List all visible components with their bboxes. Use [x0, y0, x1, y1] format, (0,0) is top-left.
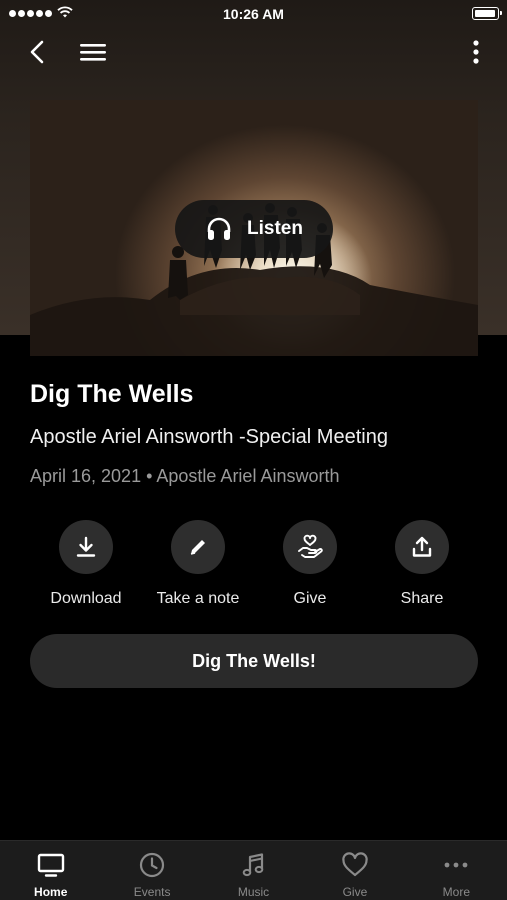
download-label: Download: [50, 590, 122, 607]
share-button[interactable]: [395, 520, 449, 574]
sermon-subtitle: Apostle Ariel Ainsworth -Special Meeting: [30, 426, 388, 448]
tab-home-label: Home: [34, 885, 68, 899]
tab-bar: Home Events Music Give More: [0, 840, 507, 900]
take-note-button[interactable]: [171, 520, 225, 574]
give-label: Give: [293, 590, 327, 607]
tab-more[interactable]: More: [406, 841, 507, 900]
hand-heart-icon: [298, 534, 323, 558]
status-time: 10:26 AM: [223, 6, 284, 22]
share-label: Share: [400, 590, 444, 607]
tab-give-label: Give: [342, 885, 368, 899]
give-button[interactable]: [283, 520, 337, 574]
download-button[interactable]: [59, 520, 113, 574]
tab-give[interactable]: Give: [304, 841, 405, 900]
more-horizontal-icon: [444, 862, 468, 868]
clock-icon: [140, 852, 165, 878]
download-icon: [76, 536, 96, 557]
back-chevron-icon[interactable]: [26, 38, 50, 66]
listen-button[interactable]: Listen: [175, 200, 333, 258]
tab-music-label: Music: [237, 885, 270, 899]
tab-home[interactable]: Home: [0, 841, 101, 900]
status-bar: 10:26 AM: [0, 0, 507, 28]
tab-more-label: More: [442, 885, 470, 899]
more-vertical-icon[interactable]: [471, 38, 481, 66]
sermon-title: Dig The Wells: [30, 380, 194, 408]
battery-icon: [472, 7, 502, 20]
share-icon: [412, 536, 432, 557]
nav-bar: [0, 28, 507, 76]
pencil-icon: [190, 540, 205, 555]
listen-label: Listen: [247, 218, 303, 239]
sermon-meta: April 16, 2021 • Apostle Ariel Ainsworth: [30, 466, 340, 486]
hamburger-menu-icon[interactable]: [78, 40, 108, 64]
take-note-label: Take a note: [156, 590, 240, 607]
dig-the-wells-button[interactable]: Dig The Wells!: [30, 634, 478, 688]
tab-events-label: Events: [133, 885, 171, 899]
download-action[interactable]: Download: [30, 520, 142, 608]
music-note-icon: [242, 853, 263, 877]
take-note-action[interactable]: Take a note: [142, 520, 254, 608]
share-action[interactable]: Share: [366, 520, 478, 608]
tv-icon: [37, 853, 64, 877]
tab-music[interactable]: Music: [203, 841, 304, 900]
headphones-icon: [207, 217, 231, 240]
give-action[interactable]: Give: [254, 520, 366, 608]
tab-events[interactable]: Events: [101, 841, 202, 900]
heart-icon: [342, 852, 368, 877]
